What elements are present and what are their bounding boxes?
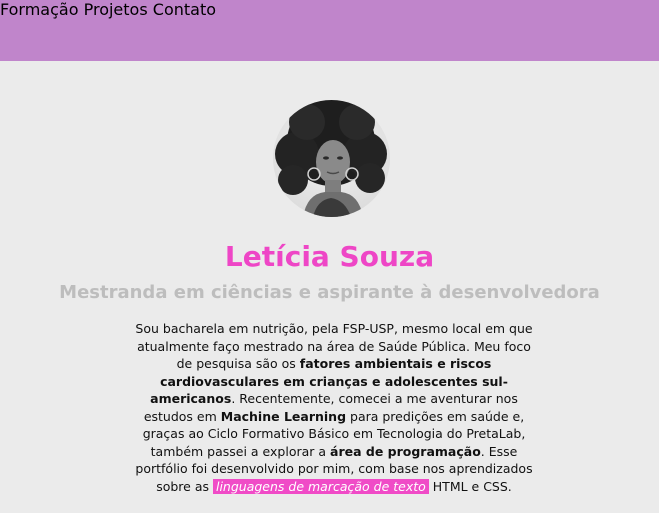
profile-name: Letícia Souza <box>224 240 435 273</box>
profile-subtitle: Mestranda em ciências e aspirante à dese… <box>59 282 600 303</box>
profile-photo-icon <box>273 100 390 217</box>
bio-bold-2: Machine Learning <box>220 408 347 424</box>
bio-paragraph: Sou bacharela em nutrição, pela FSP-USP,… <box>134 320 534 495</box>
nav-link-projetos[interactable]: Projetos <box>84 0 148 19</box>
bio-bold-3: área de programação <box>330 443 481 459</box>
header-bar: Formação Projetos Contato <box>0 0 659 61</box>
bio-text-5: HTML e CSS. <box>428 478 512 494</box>
main-nav: Formação Projetos Contato <box>0 0 659 19</box>
bio-highlight: linguagens de marcação de texto <box>212 478 429 494</box>
nav-link-contato[interactable]: Contato <box>153 0 216 19</box>
nav-link-formacao[interactable]: Formação <box>0 0 79 19</box>
avatar <box>273 100 390 217</box>
